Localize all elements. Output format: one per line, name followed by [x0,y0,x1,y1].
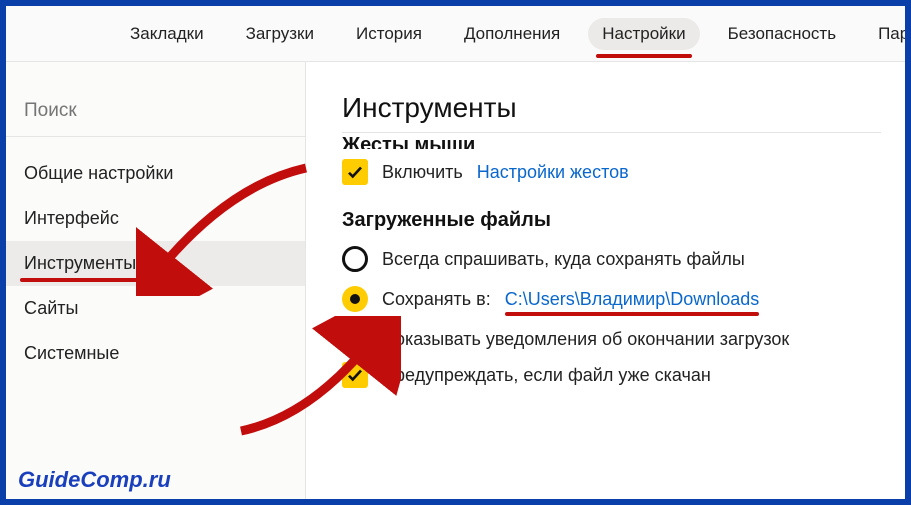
annotation-underline [20,278,156,282]
row-warn-exists: Предупреждать, если файл уже скачан [342,362,881,388]
row-ask-where-save: Всегда спрашивать, куда сохранять файлы [342,246,881,272]
sidebar-item-interface[interactable]: Интерфейс [6,196,305,241]
app-frame: Закладки Загрузки История Дополнения Нас… [0,0,911,505]
radio-save-to[interactable] [342,286,368,312]
divider [342,132,881,133]
settings-sidebar: Общие настройки Интерфейс Инструменты Са… [6,62,306,499]
tab-bookmarks[interactable]: Закладки [116,18,218,50]
top-tabs: Закладки Загрузки История Дополнения Нас… [6,6,905,62]
row-save-to-path: Сохранять в: C:\Users\Владимир\Downloads [342,286,881,312]
checkbox-warn[interactable] [342,362,368,388]
row-notify-finish: Показывать уведомления об окончании загр… [342,326,881,352]
sidebar-item-tools[interactable]: Инструменты [6,241,305,286]
tab-downloads[interactable]: Загрузки [232,18,328,50]
sidebar-list: Общие настройки Интерфейс Инструменты Са… [6,151,305,376]
sidebar-item-general[interactable]: Общие настройки [6,151,305,196]
tab-settings[interactable]: Настройки [588,18,699,50]
settings-main: Инструменты Жесты мыши Включить Настройк… [306,62,905,499]
sidebar-item-system[interactable]: Системные [6,331,305,376]
section-downloads-title: Загруженные файлы [342,209,881,232]
row-enable-gestures: Включить Настройки жестов [342,159,881,185]
watermark: GuideComp.ru [18,467,171,493]
tab-history[interactable]: История [342,18,436,50]
section-mouse-gestures: Жесты мыши [342,135,881,149]
link-gesture-settings[interactable]: Настройки жестов [477,162,629,183]
checkbox-enable-gestures[interactable] [342,159,368,185]
link-download-path[interactable]: C:\Users\Владимир\Downloads [505,289,760,310]
always-ask-label: Всегда спрашивать, куда сохранять файлы [382,249,745,270]
tab-passwords-cut[interactable]: Пар [864,18,905,50]
checkbox-notify[interactable] [342,326,368,352]
radio-always-ask[interactable] [342,246,368,272]
check-icon [346,163,364,181]
radio-dot-icon [350,294,360,304]
annotation-underline [596,54,691,58]
tab-extensions[interactable]: Дополнения [450,18,574,50]
search-input[interactable] [6,92,305,137]
check-icon [346,330,364,348]
annotation-underline [505,312,760,316]
notify-label: Показывать уведомления об окончании загр… [382,329,789,350]
body: Общие настройки Интерфейс Инструменты Са… [6,62,905,499]
sidebar-item-sites[interactable]: Сайты [6,286,305,331]
tab-security[interactable]: Безопасность [714,18,850,50]
check-icon [346,366,364,384]
page-title: Инструменты [342,92,881,124]
warn-label: Предупреждать, если файл уже скачан [382,365,711,386]
save-in-label: Сохранять в: [382,289,491,310]
enable-gestures-label: Включить [382,162,463,183]
